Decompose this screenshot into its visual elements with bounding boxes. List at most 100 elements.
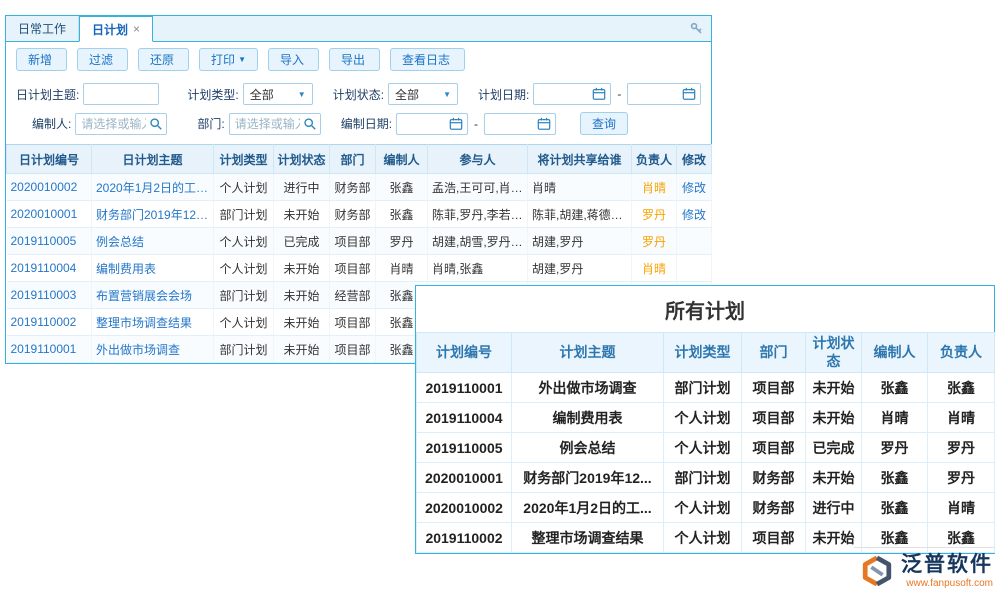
cell-owner: 肖晴 bbox=[928, 493, 995, 523]
column-header[interactable]: 负责人 bbox=[632, 145, 677, 174]
cell-plan-id[interactable]: 2019110003 bbox=[7, 282, 92, 309]
cell-participants: 孟浩,王可可,肖晴,张鑫 bbox=[428, 174, 528, 201]
type-select[interactable]: 全部 ▼ bbox=[243, 83, 313, 105]
column-header[interactable]: 修改 bbox=[677, 145, 712, 174]
cell-plan-id[interactable]: 2020010002 bbox=[7, 174, 92, 201]
cell-plan-id[interactable]: 2019110002 bbox=[7, 309, 92, 336]
edit-link[interactable]: 修改 bbox=[677, 174, 712, 201]
toolbar-button[interactable]: 导入 bbox=[268, 48, 319, 71]
cell-share: 陈菲,胡建,蒋德帆,... bbox=[528, 201, 632, 228]
toolbar-button[interactable]: 打印 ▼ bbox=[199, 48, 258, 71]
column-header[interactable]: 参与人 bbox=[428, 145, 528, 174]
cell-creator: 肖晴 bbox=[862, 403, 928, 433]
table-row[interactable]: 2019110001 外出做市场调查 部门计划 项目部 未开始 张鑫 张鑫 bbox=[417, 373, 995, 403]
column-header[interactable]: 计划主题 bbox=[512, 333, 664, 373]
table-row[interactable]: 2020010002 2020年1月2日的工作日... 个人计划 进行中 财务部… bbox=[7, 174, 712, 201]
toolbar-button-label: 导出 bbox=[341, 51, 365, 68]
table-row[interactable]: 2020010001 财务部门2019年12月的... 部门计划 未开始 财务部… bbox=[7, 201, 712, 228]
cell-subject[interactable]: 布置营销展会会场 bbox=[92, 282, 214, 309]
column-header[interactable]: 负责人 bbox=[928, 333, 995, 373]
cell-status: 未开始 bbox=[806, 373, 862, 403]
cell-creator: 张鑫 bbox=[862, 493, 928, 523]
column-header[interactable]: 部门 bbox=[742, 333, 806, 373]
fanpu-logo[interactable]: 泛普软件 www.fanpusoft.com bbox=[854, 547, 995, 589]
table-row[interactable]: 2019110005 例会总结 个人计划 已完成 项目部 罗丹 胡建,胡雪,罗丹… bbox=[7, 228, 712, 255]
cell-creator: 罗丹 bbox=[376, 228, 428, 255]
key-icon[interactable] bbox=[690, 22, 703, 35]
cell-subject[interactable]: 外出做市场调查 bbox=[92, 336, 214, 363]
cell-dept: 财务部 bbox=[742, 493, 806, 523]
close-icon[interactable]: × bbox=[133, 23, 140, 35]
column-header[interactable]: 计划类型 bbox=[664, 333, 742, 373]
column-header[interactable]: 计划状态 bbox=[806, 333, 862, 373]
plan-date-from-input[interactable] bbox=[533, 83, 611, 105]
table-row[interactable]: 2020010001 财务部门2019年12... 部门计划 财务部 未开始 张… bbox=[417, 463, 995, 493]
toolbar-button-label: 过滤 bbox=[89, 51, 113, 68]
toolbar-button[interactable]: 过滤 bbox=[77, 48, 128, 71]
cell-status: 进行中 bbox=[274, 174, 330, 201]
chevron-down-icon: ▼ bbox=[298, 90, 306, 99]
toolbar-button[interactable]: 导出 bbox=[329, 48, 380, 71]
cell-plan-id[interactable]: 2020010001 bbox=[7, 201, 92, 228]
column-header[interactable]: 计划状态 bbox=[274, 145, 330, 174]
cell-plan-id[interactable]: 2019110001 bbox=[7, 336, 92, 363]
table-row[interactable]: 2019110005 例会总结 个人计划 项目部 已完成 罗丹 罗丹 bbox=[417, 433, 995, 463]
plan-date-to-input[interactable] bbox=[627, 83, 701, 105]
cell-owner: 肖晴 bbox=[632, 174, 677, 201]
column-header[interactable]: 编制人 bbox=[376, 145, 428, 174]
cell-status: 未开始 bbox=[806, 403, 862, 433]
cell-plan-id[interactable]: 2019110005 bbox=[7, 228, 92, 255]
table-row[interactable]: 2019110004 编制费用表 个人计划 未开始 项目部 肖晴 肖晴,张鑫 胡… bbox=[7, 255, 712, 282]
cell-status: 未开始 bbox=[806, 463, 862, 493]
cell-participants: 陈菲,罗丹,李若若,罗... bbox=[428, 201, 528, 228]
toolbar-button[interactable]: 还原 bbox=[138, 48, 189, 71]
cell-dept: 项目部 bbox=[330, 228, 376, 255]
table-row[interactable]: 2020010002 2020年1月2日的工... 个人计划 财务部 进行中 张… bbox=[417, 493, 995, 523]
calendar-icon bbox=[592, 87, 606, 101]
page-title: 所有计划 bbox=[416, 286, 994, 332]
column-header[interactable]: 日计划主题 bbox=[92, 145, 214, 174]
edit-link[interactable] bbox=[677, 255, 712, 282]
search-button[interactable]: 查询 bbox=[580, 112, 628, 135]
status-select[interactable]: 全部 ▼ bbox=[388, 83, 458, 105]
search-icon[interactable] bbox=[303, 117, 317, 131]
column-header[interactable]: 日计划编号 bbox=[7, 145, 92, 174]
cell-subject[interactable]: 财务部门2019年12月的... bbox=[92, 201, 214, 228]
cell-subject[interactable]: 例会总结 bbox=[92, 228, 214, 255]
search-icon[interactable] bbox=[149, 117, 163, 131]
cell-type: 个人计划 bbox=[214, 309, 274, 336]
all-plans-window: 所有计划 计划编号 计划主题 计划类型 部门 计划状态 编制人 bbox=[415, 285, 995, 554]
tab-daily-plan[interactable]: 日计划 × bbox=[79, 16, 153, 42]
cell-owner: 罗丹 bbox=[632, 201, 677, 228]
edit-link[interactable] bbox=[677, 228, 712, 255]
edit-link[interactable]: 修改 bbox=[677, 201, 712, 228]
cell-subject[interactable]: 2020年1月2日的工作日... bbox=[92, 174, 214, 201]
tab-daily-work[interactable]: 日常工作 bbox=[6, 16, 79, 41]
cell-participants: 肖晴,张鑫 bbox=[428, 255, 528, 282]
column-header[interactable]: 编制人 bbox=[862, 333, 928, 373]
column-header[interactable]: 部门 bbox=[330, 145, 376, 174]
cell-status: 未开始 bbox=[274, 309, 330, 336]
toolbar-button[interactable]: 查看日志 bbox=[390, 48, 465, 71]
cell-plan-id: 2020010002 bbox=[417, 493, 512, 523]
column-header[interactable]: 计划类型 bbox=[214, 145, 274, 174]
make-date-label: 编制日期: bbox=[341, 115, 392, 132]
column-header[interactable]: 计划编号 bbox=[417, 333, 512, 373]
cell-subject[interactable]: 整理市场调查结果 bbox=[92, 309, 214, 336]
subject-input[interactable] bbox=[83, 83, 159, 105]
table-row[interactable]: 2019110004 编制费用表 个人计划 项目部 未开始 肖晴 肖晴 bbox=[417, 403, 995, 433]
toolbar-button[interactable]: 新增 bbox=[16, 48, 67, 71]
cell-type: 部门计划 bbox=[214, 336, 274, 363]
cell-plan-id[interactable]: 2019110004 bbox=[7, 255, 92, 282]
column-header[interactable]: 将计划共享给谁 bbox=[528, 145, 632, 174]
date-range-separator: - bbox=[617, 87, 621, 101]
cell-type: 个人计划 bbox=[664, 493, 742, 523]
toolbar: 新增 过滤 还原 打印 ▼ 导入 导出 bbox=[6, 42, 711, 76]
make-date-to-input[interactable] bbox=[484, 113, 556, 135]
cell-type: 个人计划 bbox=[214, 228, 274, 255]
cell-plan-id: 2019110001 bbox=[417, 373, 512, 403]
cell-subject[interactable]: 编制费用表 bbox=[92, 255, 214, 282]
make-date-from-input[interactable] bbox=[396, 113, 468, 135]
cell-creator: 张鑫 bbox=[862, 373, 928, 403]
toolbar-button-label: 打印 bbox=[211, 51, 235, 68]
